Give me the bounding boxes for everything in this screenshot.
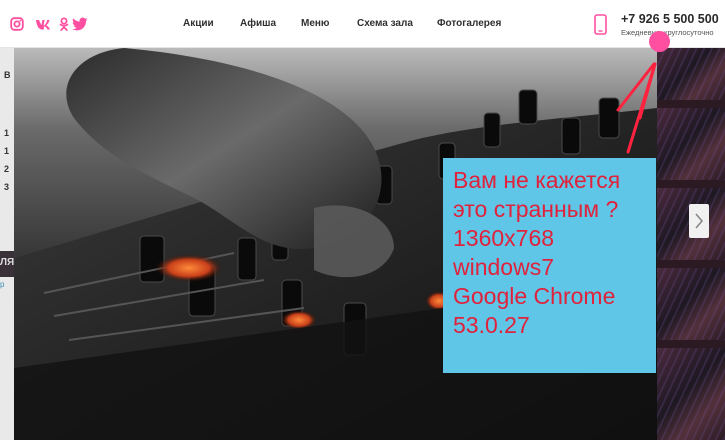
nav-item-floor-plan[interactable]: Схема зала — [357, 18, 413, 29]
screen: Акции Афиша Меню Схема зала Фотогалерея … — [0, 0, 725, 440]
thumbnail-strip — [657, 48, 725, 440]
edge-text: В — [4, 70, 11, 80]
vk-icon[interactable] — [35, 17, 52, 31]
gallery-thumbnail[interactable] — [657, 348, 725, 440]
twitter-icon[interactable] — [72, 17, 88, 31]
annotation-line: Google Chrome — [453, 283, 616, 309]
nav-item-menu[interactable]: Меню — [301, 18, 329, 29]
site-header: Акции Афиша Меню Схема зала Фотогалерея … — [0, 0, 725, 48]
next-arrow-button[interactable] — [689, 204, 709, 238]
edge-text: 2 — [4, 164, 10, 174]
annotation-note: Вам не кажется это странным ? 1360x768 w… — [443, 158, 656, 373]
instagram-icon[interactable] — [10, 17, 24, 31]
edge-band-text: ЛЯ — [0, 257, 15, 268]
annotation-line: windows7 — [453, 254, 554, 280]
edge-text: 1 — [4, 146, 10, 156]
annotation-line: это странным ? — [453, 196, 619, 222]
gallery-thumbnail[interactable] — [657, 108, 725, 180]
nav-item-promotions[interactable]: Акции — [183, 18, 214, 29]
annotation-line: 53.0.27 — [453, 312, 530, 338]
chevron-right-icon — [695, 213, 704, 229]
annotation-line: 1360x768 — [453, 225, 555, 251]
edge-link-text: р — [0, 280, 5, 289]
edge-text: 1 — [4, 128, 10, 138]
annotation-line: Вам не кажется — [453, 167, 621, 193]
odnoklassniki-icon[interactable] — [57, 17, 71, 31]
nav-item-events[interactable]: Афиша — [240, 18, 276, 29]
phone-icon — [594, 14, 607, 35]
phone-number[interactable]: +7 926 5 500 500 — [621, 12, 719, 26]
nav-item-gallery[interactable]: Фотогалерея — [437, 18, 501, 29]
close-button[interactable] — [649, 31, 670, 52]
gallery-thumbnail[interactable] — [657, 48, 725, 100]
edge-text: 3 — [4, 182, 10, 192]
gallery-thumbnail[interactable] — [657, 268, 725, 340]
background-page-left-edge: В 1 1 2 3 ЛЯ р — [0, 48, 14, 440]
edge-dark-band: ЛЯ — [0, 251, 14, 277]
